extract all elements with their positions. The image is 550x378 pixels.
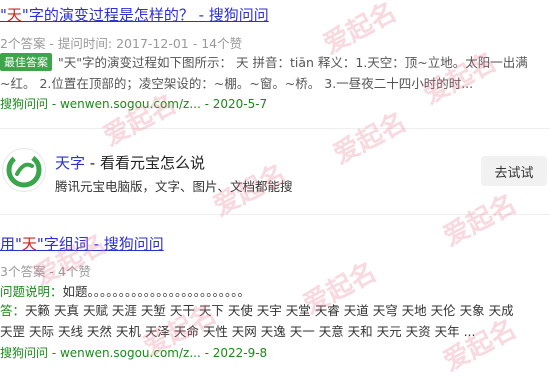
snippet-line1: "天"字的演变过程如下图所示： 天 拼音：tiān 释义：1.天空：顶~立地。太… bbox=[58, 55, 528, 70]
best-answer-badge: 最佳答案 bbox=[0, 53, 52, 71]
app-title[interactable]: 天字 - 看看元宝怎么说 bbox=[55, 152, 205, 173]
answer-label: 答： bbox=[0, 303, 26, 318]
result2-meta: 3个答案 - 4个赞 bbox=[0, 264, 91, 279]
result1-title[interactable]: "天"字的演变过程是怎样的？ - 搜狗问问 bbox=[0, 4, 269, 25]
title-text-a: 用" bbox=[0, 235, 22, 253]
result2-source[interactable]: 搜狗问问 - wenwen.sogou.com/z... - 2022-9-8 bbox=[0, 344, 267, 361]
app-title-rest: - 看看元宝怎么说 bbox=[85, 154, 205, 172]
title-text: "字的演变过程是怎样的？ - 搜狗问问 bbox=[21, 6, 269, 24]
answer-line2: 天罡 天际 天线 天然 天机 天泽 天命 天性 天网 天逸 天一 天意 天和 天… bbox=[0, 324, 476, 339]
question-text: 如题。。。。。。。。。。。。。。。。。。。。。。。。。 bbox=[62, 284, 251, 299]
divider bbox=[0, 128, 550, 129]
title-quote: " bbox=[0, 6, 7, 24]
watermark: 爱起名 bbox=[328, 107, 412, 171]
result1-source[interactable]: 搜狗问问 - wenwen.sogou.com/z... - 2020-5-7 bbox=[0, 95, 267, 112]
question-label: 问题说明： bbox=[0, 284, 63, 299]
result1-snippet: 最佳答案 "天"字的演变过程如下图所示： 天 拼音：tiān 释义：1.天空：顶~… bbox=[0, 52, 528, 71]
snippet-line2: ~红。 2.位置在顶部的；凌空架设的：~棚。~窗。~桥。 3.一昼夜二十四小时的… bbox=[0, 76, 474, 91]
app-title-link[interactable]: 天字 bbox=[55, 154, 85, 172]
result2-title[interactable]: 用"天"字组词 - 搜狗问问 bbox=[0, 233, 164, 254]
app-description: 腾讯元宝电脑版，文字、图片、文档都能搜 bbox=[55, 179, 293, 194]
title-highlight: 天 bbox=[6, 6, 22, 24]
title-text-b: "字组词 - 搜狗问问 bbox=[36, 235, 164, 253]
result1-meta: 2个答案 - 提问时间: 2017-12-01 - 14个赞 bbox=[0, 36, 243, 51]
title-highlight: 天 bbox=[21, 235, 37, 253]
yuanbao-logo-icon[interactable] bbox=[2, 148, 46, 192]
answer-text1: 天籁 天真 天赋 天涯 天堑 天干 天下 天使 天宇 天堂 天睿 天道 天穹 天… bbox=[25, 303, 514, 318]
watermark: 爱起名 bbox=[438, 189, 522, 253]
divider bbox=[0, 214, 550, 215]
watermark: 爱起名 bbox=[438, 314, 522, 378]
try-button[interactable]: 去试试 bbox=[481, 156, 547, 186]
answer-line1: 答：天籁 天真 天赋 天涯 天堑 天干 天下 天使 天宇 天堂 天睿 天道 天穹… bbox=[0, 300, 514, 319]
question-line: 问题说明：如题。。。。。。。。。。。。。。。。。。。。。。。。。 bbox=[0, 281, 250, 300]
